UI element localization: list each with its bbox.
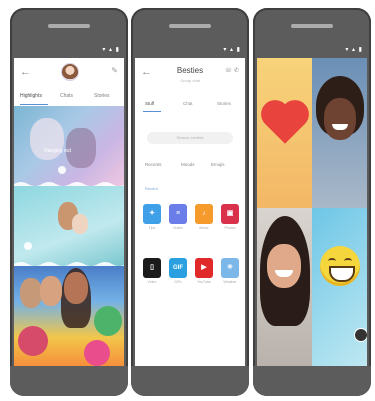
app-tile-gifs[interactable]: GIF <box>169 258 187 278</box>
tab-chats[interactable]: Chats <box>60 93 73 99</box>
tab-chat[interactable]: Chat <box>183 101 193 106</box>
app-tile-tips[interactable]: ✦ <box>143 204 161 224</box>
tab-stuff[interactable]: Stuff <box>145 101 154 106</box>
category-emojis[interactable]: Emojis <box>211 162 225 167</box>
tile-label: Notes <box>173 226 183 230</box>
avatar[interactable] <box>354 328 367 342</box>
play-icon[interactable] <box>58 166 66 174</box>
emoji-eye <box>344 258 352 264</box>
screen-group-chat: ← Besties Group chat ☏ ✆ Stuff Chat Stor… <box>135 58 245 368</box>
section-label-recent: Recent <box>145 186 158 191</box>
phone-icon: ▯ <box>150 264 154 271</box>
lightbulb-icon: ✦ <box>149 210 155 217</box>
phone-chin <box>253 366 371 396</box>
emoji-eye <box>328 258 336 264</box>
search-input[interactable]: Search content <box>147 132 233 144</box>
photo-person <box>40 276 62 306</box>
image-icon: ▣ <box>226 210 234 217</box>
highlight-card-1[interactable]: Hanging out <box>14 106 124 188</box>
tab-underline <box>20 103 48 105</box>
phone-video-call: ▾ ▴ ▮ <box>253 8 371 396</box>
video-tile-emoji[interactable] <box>312 208 367 368</box>
tile-label: Tips <box>148 226 156 230</box>
emoji-mouth <box>329 266 355 282</box>
status-bar: ▾ ▴ ▮ <box>345 47 363 53</box>
gif-icon: GIF <box>173 265 183 271</box>
avatar[interactable] <box>61 63 79 81</box>
phone-highlights: ▾ ▴ ▮ ← ✎ Highlights Chats Stories Hangi… <box>10 8 128 396</box>
tile-label: YouTube <box>197 280 211 284</box>
highlight-caption: Hanging out <box>44 148 71 154</box>
category-moods[interactable]: Moods <box>181 162 195 167</box>
back-arrow-icon[interactable]: ← <box>20 66 31 78</box>
video-grid <box>257 58 367 368</box>
status-bar: ▾ ▴ ▮ <box>223 47 241 53</box>
edit-icon[interactable]: ✎ <box>111 66 118 75</box>
chat-tabs: Stuff Chat Stories <box>135 98 245 112</box>
play-icon[interactable] <box>24 242 32 250</box>
speaker-grille <box>48 24 90 28</box>
photo-person <box>267 244 301 288</box>
highlight-card-3[interactable] <box>14 266 124 368</box>
phone-chin <box>10 366 128 396</box>
photo-person <box>324 98 356 140</box>
tile-label: GIFs <box>174 280 182 284</box>
list-icon: ≡ <box>175 210 181 217</box>
phone-group-chat: ▾ ▴ ▮ ← Besties Group chat ☏ ✆ Stuff Cha… <box>131 8 249 396</box>
screen-video-call <box>257 58 367 368</box>
speaker-grille <box>291 24 333 28</box>
tile-label: Music <box>199 226 209 230</box>
status-bar: ▾ ▴ ▮ <box>102 47 120 53</box>
laughing-emoji-icon <box>320 246 360 286</box>
app-tile-photos[interactable]: ▣ <box>221 204 239 224</box>
balloon <box>18 326 48 356</box>
video-tile-participant[interactable] <box>312 58 367 208</box>
tile-label: Video <box>147 280 157 284</box>
play-icon: ▶ <box>201 264 207 271</box>
call-icon[interactable]: ☏ ✆ <box>225 67 239 74</box>
heart-icon <box>265 104 305 144</box>
profile-header: ← ✎ <box>14 58 124 88</box>
chat-header: ← Besties Group chat ☏ ✆ <box>135 58 245 98</box>
tile-label: Weather <box>223 280 237 284</box>
app-tile-weather[interactable]: ☀ <box>221 258 239 278</box>
tab-stories[interactable]: Stories <box>94 93 110 99</box>
photo-person <box>64 272 88 304</box>
tile-label: Photos <box>224 226 236 230</box>
photo-person <box>72 214 88 234</box>
highlight-card-2[interactable] <box>14 186 124 268</box>
balloon <box>84 340 110 366</box>
profile-tabs: Highlights Chats Stories <box>14 88 124 106</box>
screen-highlights: ← ✎ Highlights Chats Stories Hanging out <box>14 58 124 368</box>
app-tile-music[interactable]: ♪ <box>195 204 213 224</box>
tab-stories[interactable]: Stories <box>217 101 231 106</box>
balloon <box>94 306 122 336</box>
page-subtitle: Group chat <box>180 78 200 83</box>
category-recents[interactable]: Recents <box>145 162 162 167</box>
music-icon: ♪ <box>202 210 206 217</box>
app-tile-notes[interactable]: ≡ <box>169 204 187 224</box>
tab-highlights[interactable]: Highlights <box>20 93 42 99</box>
photo-person <box>20 278 42 308</box>
video-tile-heart[interactable] <box>257 58 312 208</box>
app-tile-youtube[interactable]: ▶ <box>195 258 213 278</box>
tab-underline <box>143 110 161 112</box>
weather-icon: ☀ <box>226 264 234 271</box>
speaker-grille <box>169 24 211 28</box>
video-tile-participant[interactable] <box>257 208 312 368</box>
phone-chin <box>131 366 249 396</box>
app-tile-video[interactable]: ▯ <box>143 258 161 278</box>
